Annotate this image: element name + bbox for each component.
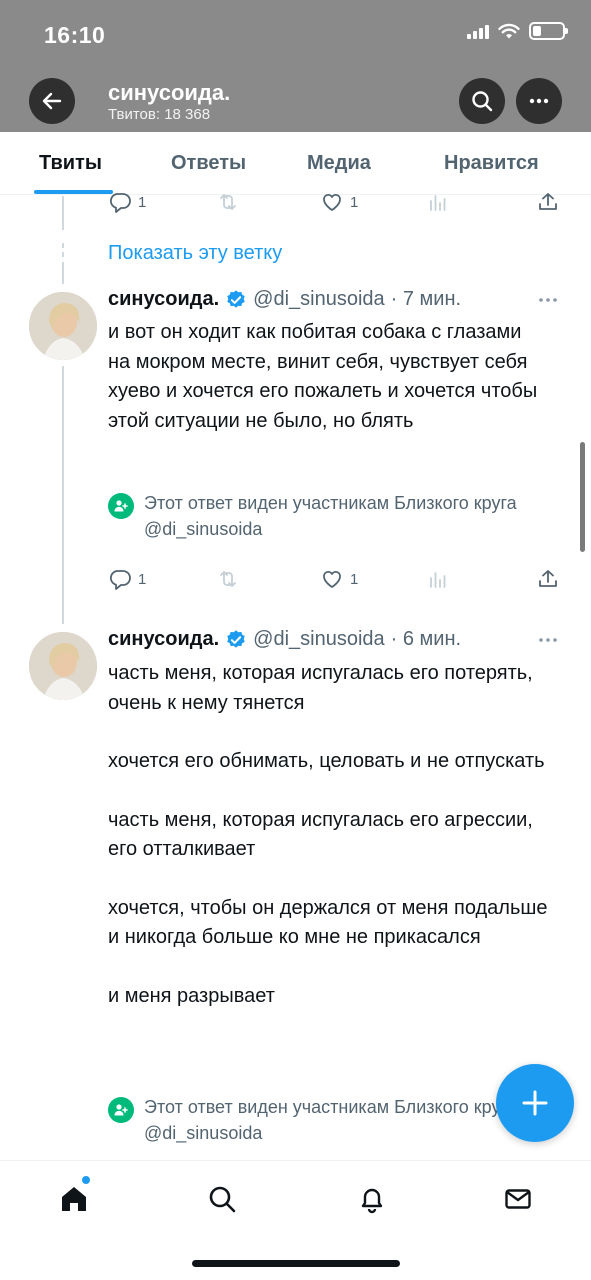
analytics-icon [430, 572, 446, 588]
tweet-text: часть меня, которая испугалась его потер… [108, 659, 548, 1011]
tweet-paragraph: хочется его обнимать, целовать и не отпу… [108, 750, 545, 772]
tab-media[interactable]: Медиа [307, 152, 371, 175]
more-horizontal-icon [529, 98, 549, 104]
tweet-header: синусоида. @di_sinusoida · 7 мин. [108, 288, 461, 311]
like-button[interactable]: 1 [320, 190, 358, 214]
nav-search[interactable] [204, 1181, 240, 1217]
nav-messages[interactable] [500, 1181, 536, 1217]
profile-tabs: Твиты Ответы Медиа Нравится [0, 132, 591, 195]
analytics-icon [430, 195, 446, 211]
active-tab-indicator [34, 190, 113, 194]
search-icon [209, 1186, 236, 1213]
profile-name: синусоида. [108, 80, 231, 105]
more-horizontal-icon [539, 298, 557, 302]
retweet-button[interactable] [216, 567, 240, 591]
heart-icon [323, 193, 341, 211]
notification-dot [82, 1176, 90, 1184]
thread-line [62, 262, 64, 284]
tab-replies[interactable]: Ответы [171, 152, 246, 175]
more-button[interactable] [516, 78, 562, 124]
status-time: 16:10 [44, 22, 106, 48]
share-button[interactable] [536, 567, 560, 591]
analytics-button[interactable] [426, 190, 450, 214]
tweet-paragraph: и вот он ходит как побитая собака с глаз… [108, 321, 538, 432]
tweet-paragraph: часть меня, которая испугалась его агрес… [108, 808, 533, 861]
home-indicator [192, 1260, 400, 1267]
more-horizontal-icon [539, 638, 557, 642]
reply-count: 1 [138, 570, 147, 588]
arrow-left-icon [42, 92, 62, 110]
tweet-paragraph: и меня разрывает [108, 984, 275, 1007]
mail-icon [505, 1189, 531, 1209]
reply-icon [109, 193, 131, 213]
wifi-icon [498, 23, 520, 38]
thread-line [62, 366, 64, 624]
reply-button[interactable]: 1 [108, 567, 146, 591]
search-icon [472, 91, 493, 112]
cellular-signal-icon [467, 23, 489, 39]
share-icon [539, 193, 557, 210]
verified-badge-icon [227, 629, 245, 648]
avatar[interactable] [29, 632, 97, 700]
tweet-menu-button[interactable] [536, 630, 560, 655]
tweet-time: · 6 мин. [390, 628, 462, 650]
share-button[interactable] [536, 190, 560, 214]
author-name[interactable]: синусоида. [108, 288, 219, 311]
reply-icon [109, 570, 131, 590]
nav-notifications[interactable] [354, 1181, 390, 1217]
like-button[interactable]: 1 [320, 567, 358, 591]
circle-note-text: Этот ответ виден участникам Близкого кру… [144, 493, 517, 539]
retweet-button[interactable] [216, 190, 240, 214]
author-handle[interactable]: @di_sinusoida [253, 288, 385, 311]
author-name[interactable]: синусоида. [108, 628, 219, 651]
profile-header: 16:10 синусоида. Твитов: 18 368 [0, 0, 591, 132]
tweet-actions: 1 1 [108, 567, 560, 597]
retweet-icon [220, 571, 236, 587]
tab-tweets[interactable]: Твиты [39, 152, 102, 175]
like-count: 1 [350, 570, 359, 588]
share-icon [539, 570, 557, 587]
like-count: 1 [350, 193, 359, 211]
circle-icon [108, 1097, 134, 1123]
thread-dot [62, 243, 64, 248]
home-icon [62, 1187, 86, 1211]
avatar[interactable] [29, 292, 97, 360]
author-handle[interactable]: @di_sinusoida [253, 628, 385, 651]
tweet-paragraph: часть меня, которая испугалась его потер… [108, 662, 533, 714]
tweet-actions: 1 1 [108, 190, 560, 220]
tweet-header: синусоида. @di_sinusoida · 6 мин. [108, 628, 461, 651]
circle-icon [108, 493, 134, 519]
thread-dot [62, 252, 64, 257]
search-button[interactable] [459, 78, 505, 124]
tweet-menu-button[interactable] [536, 290, 560, 315]
battery-icon [529, 22, 568, 40]
back-button[interactable] [29, 78, 75, 124]
compose-tweet-button[interactable] [496, 1064, 574, 1142]
verified-badge-icon [227, 289, 245, 308]
tweet-time: · 7 мин. [390, 288, 462, 310]
tab-likes[interactable]: Нравится [444, 152, 539, 175]
retweet-icon [220, 194, 236, 210]
analytics-button[interactable] [426, 567, 450, 591]
tweet-text: и вот он ходит как побитая собака с глаз… [108, 318, 548, 436]
scrollbar[interactable] [580, 442, 585, 552]
circle-note-text: Этот ответ виден участникам Близкого кру… [144, 1097, 517, 1143]
show-thread-link[interactable]: Показать эту ветку [108, 242, 282, 265]
heart-icon [323, 570, 341, 588]
bell-icon [361, 1188, 383, 1214]
tweet-paragraph: хочется, чтобы он держался от меня подал… [108, 896, 548, 949]
status-icons [467, 22, 568, 40]
reply-count: 1 [138, 193, 147, 211]
plus-icon [522, 1090, 548, 1116]
tweet-count: Твитов: 18 368 [108, 106, 211, 123]
reply-button[interactable]: 1 [108, 190, 146, 214]
nav-home[interactable] [56, 1181, 92, 1217]
thread-line [62, 196, 64, 230]
circle-visibility-note: Этот ответ виден участникам Близкого кру… [108, 490, 548, 542]
circle-visibility-note: Этот ответ виден участникам Близкого кру… [108, 1094, 548, 1146]
